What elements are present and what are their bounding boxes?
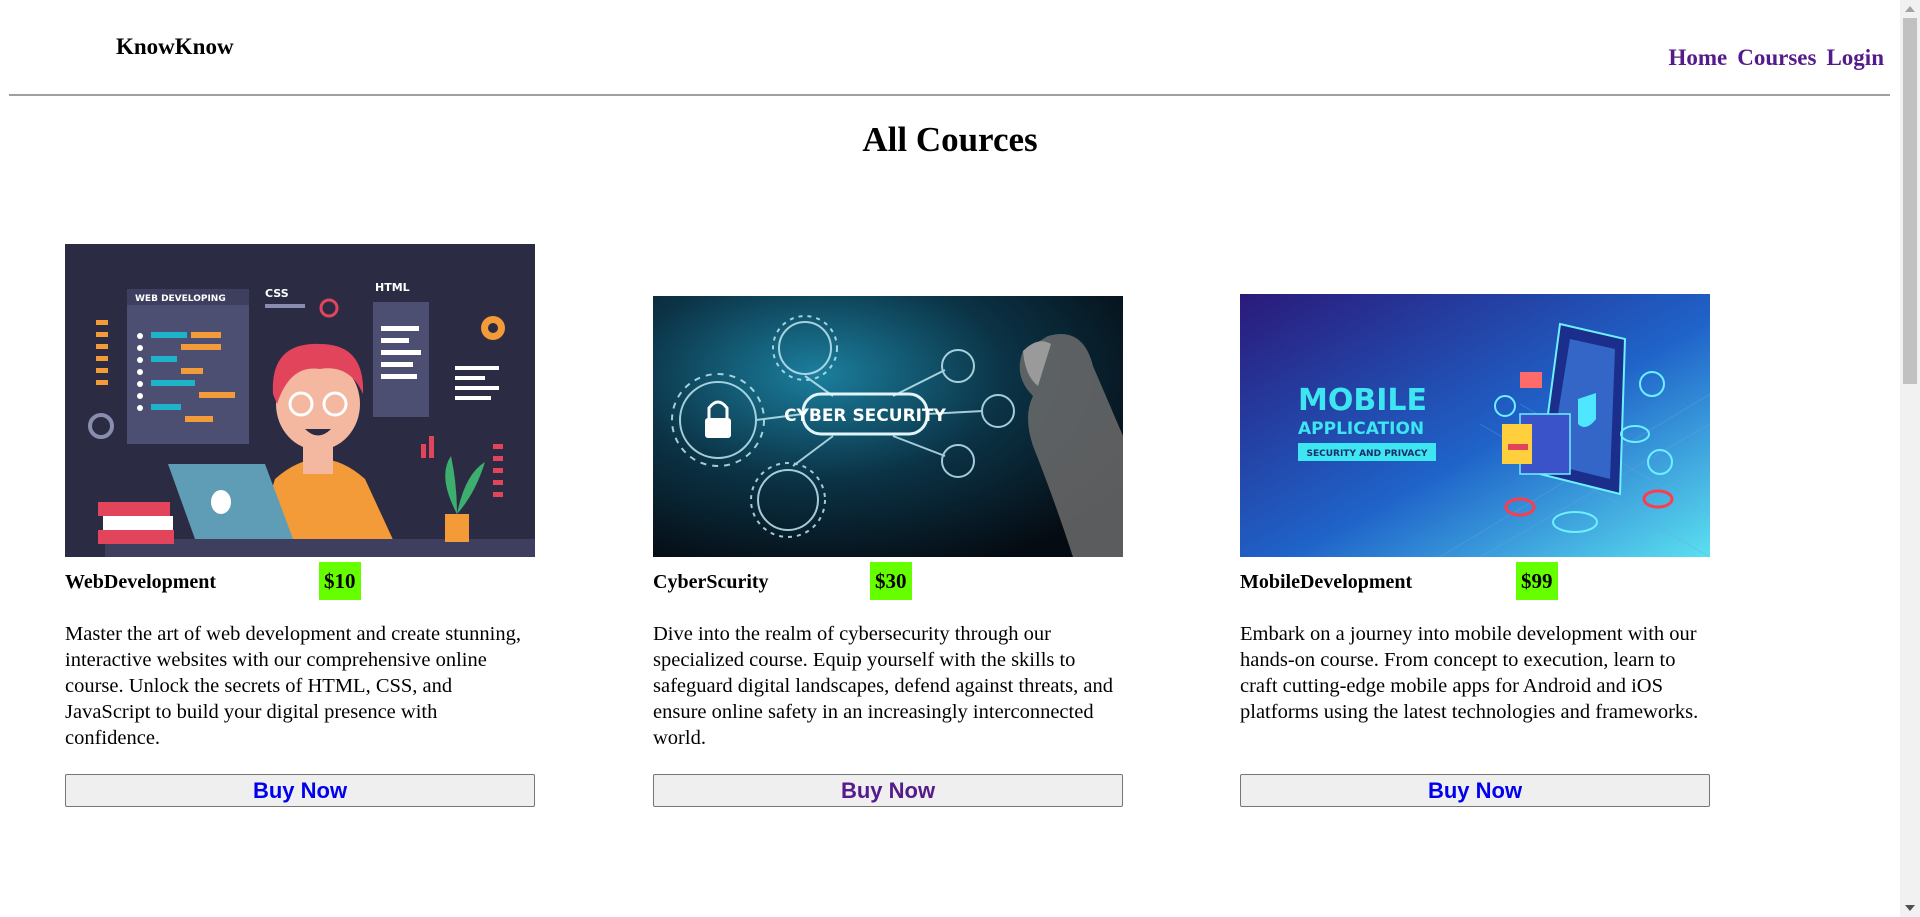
panel-label: WEB DEVELOPING: [135, 294, 226, 304]
brand-logo: KnowKnow: [116, 34, 234, 59]
price-badge: $99: [1516, 562, 1558, 600]
cyber-security-illustration: CYBER SECURITY: [653, 296, 1123, 557]
scroll-down-arrow-icon[interactable]: [1905, 905, 1915, 911]
course-description: Master the art of web development and cr…: [65, 623, 521, 749]
page-scrollbar[interactable]: [1900, 0, 1920, 917]
nav-home-link[interactable]: Home: [1668, 45, 1727, 71]
scroll-up-arrow-icon[interactable]: [1905, 6, 1915, 12]
cyber-security-label: CYBER SECURITY: [784, 406, 947, 426]
nav-courses-link[interactable]: Courses: [1737, 45, 1816, 71]
scrollbar-thumb[interactable]: [1903, 18, 1917, 384]
buy-now-button[interactable]: Buy Now: [65, 774, 535, 807]
mobile-application-illustration: MOBILE APPLICATION SECURITY AND PRIVACY: [1240, 294, 1710, 557]
course-description: Embark on a journey into mobile developm…: [1240, 623, 1699, 723]
page-title: All Cources: [862, 120, 1038, 159]
course-description: Dive into the realm of cybersecurity thr…: [653, 623, 1113, 749]
course-name: WebDevelopment: [65, 571, 217, 593]
course-name: CyberScurity: [653, 571, 769, 593]
buy-now-button[interactable]: Buy Now: [1240, 774, 1710, 807]
header-divider: [9, 94, 1890, 96]
main-nav: Home Courses Login: [1668, 45, 1884, 71]
web-developer-illustration: WEB DEVELOPING CSS HTML: [65, 244, 535, 557]
price-badge: $10: [319, 562, 361, 600]
html-label: HTML: [375, 281, 410, 294]
mobile-label: MOBILE: [1298, 383, 1427, 418]
price-badge: $30: [870, 562, 912, 600]
application-label: APPLICATION: [1298, 419, 1424, 439]
buy-now-button[interactable]: Buy Now: [653, 774, 1123, 807]
course-name: MobileDevelopment: [1240, 571, 1413, 593]
nav-login-link[interactable]: Login: [1826, 45, 1884, 71]
security-privacy-label: SECURITY AND PRIVACY: [1306, 449, 1428, 459]
css-label: CSS: [265, 287, 289, 300]
